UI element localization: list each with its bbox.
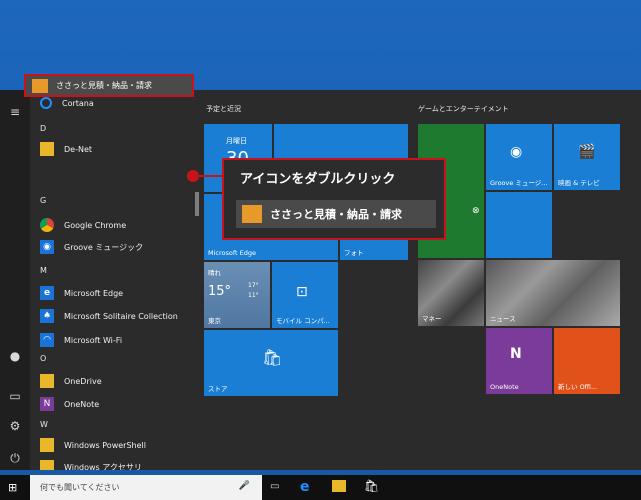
user-avatar-icon[interactable]: ● bbox=[7, 348, 23, 364]
selected-app-item[interactable]: ささっと見積・納品・請求 bbox=[24, 74, 194, 97]
edge-icon: e bbox=[40, 286, 54, 300]
cortana-icon bbox=[40, 97, 52, 109]
taskbar-search[interactable]: 何でも聞いてください 🎤 bbox=[30, 475, 262, 500]
tile-label: Groove ミュージ... bbox=[490, 179, 548, 187]
list-item-wifi[interactable]: ◠ Microsoft Wi-Fi bbox=[40, 331, 202, 349]
app-list-scrollbar[interactable] bbox=[194, 90, 200, 470]
tile-label: 東京 bbox=[208, 317, 221, 325]
tile-label: モバイル コンパ... bbox=[276, 317, 330, 325]
onedrive-icon bbox=[40, 374, 54, 388]
mobile-companion-tile[interactable]: ⊡ モバイル コンパ... bbox=[272, 262, 338, 328]
empty-tile[interactable] bbox=[486, 192, 552, 258]
onenote-tile[interactable]: N OneNote bbox=[486, 328, 552, 394]
hamburger-menu-icon[interactable]: ≡ bbox=[7, 104, 23, 120]
group-letter-g[interactable]: G bbox=[40, 196, 46, 205]
folder-icon bbox=[40, 460, 54, 470]
calendar-day: 月曜日 bbox=[226, 137, 247, 145]
explorer-icon[interactable]: ▭ bbox=[7, 388, 23, 404]
list-item-powershell[interactable]: Windows PowerShell ⌄ bbox=[40, 436, 202, 454]
group-letter-o[interactable]: O bbox=[40, 354, 46, 363]
list-item-solitaire[interactable]: ♠ Microsoft Solitaire Collection bbox=[40, 307, 202, 325]
tile-label: 映画 & テレビ bbox=[558, 179, 600, 187]
group-letter-m[interactable]: M bbox=[40, 266, 47, 275]
tile-groups: 予定と近況 ゲームとエンターテイメント 月曜日 30 Microsoft Edg… bbox=[202, 90, 641, 470]
folder-icon bbox=[40, 438, 54, 452]
scroll-thumb[interactable] bbox=[195, 192, 199, 216]
tile-label: OneNote bbox=[490, 383, 519, 391]
callout-pointer-dot bbox=[187, 170, 199, 182]
power-icon[interactable]: ⏻ bbox=[7, 450, 23, 466]
news-tile[interactable]: ニュース bbox=[486, 260, 620, 326]
weather-temp: 15° bbox=[208, 284, 232, 299]
store-tile[interactable]: 🛍 ストア bbox=[204, 330, 338, 396]
list-item-onenote[interactable]: N OneNote bbox=[40, 395, 202, 413]
clapper-icon: 🎬 bbox=[578, 144, 596, 160]
money-tile[interactable]: マネー bbox=[418, 260, 484, 326]
tile-label: 新しい Offi... bbox=[558, 383, 598, 391]
group-letter-w[interactable]: W bbox=[40, 420, 48, 429]
settings-gear-icon[interactable]: ⚙ bbox=[7, 418, 23, 434]
list-item-accessories[interactable]: Windows アクセサリ ⌄ bbox=[40, 458, 202, 470]
instruction-callout: アイコンをダブルクリック ささっと見積・納品・請求 bbox=[222, 158, 446, 240]
selected-app-label: ささっと見積・納品・請求 bbox=[56, 81, 152, 90]
onenote-icon: N bbox=[40, 397, 54, 411]
list-item-onedrive[interactable]: OneDrive bbox=[40, 372, 202, 390]
search-placeholder: 何でも聞いてください bbox=[40, 483, 120, 492]
store-taskbar-icon[interactable]: 🛍 bbox=[364, 479, 379, 493]
app-icon bbox=[32, 78, 48, 93]
explorer-taskbar-icon[interactable] bbox=[332, 480, 346, 492]
weather-low: 11° bbox=[248, 292, 259, 299]
task-view-icon[interactable]: ▭ bbox=[270, 481, 279, 492]
list-item-denet[interactable]: De-Net ⌃ bbox=[40, 140, 202, 158]
solitaire-icon: ♠ bbox=[40, 309, 54, 323]
onenote-logo-icon: N bbox=[510, 346, 522, 362]
app-list: Cortana D De-Net ⌃ G Google Chrome ◉ Gro… bbox=[30, 90, 202, 470]
store-bag-icon: 🛍 bbox=[262, 348, 283, 367]
movies-tile[interactable]: 🎬 映画 & テレビ bbox=[554, 124, 620, 190]
groove-icon: ◉ bbox=[40, 240, 54, 254]
list-item-google-chrome[interactable]: Google Chrome bbox=[40, 216, 202, 234]
edge-taskbar-icon[interactable]: e bbox=[300, 479, 310, 495]
tile-label: マネー bbox=[422, 315, 442, 323]
group-letter-d[interactable]: D bbox=[40, 124, 46, 133]
weather-status: 晴れ bbox=[208, 269, 221, 277]
taskbar: ⊞ 何でも聞いてください 🎤 ▭ e 🛍 bbox=[0, 475, 641, 500]
start-button[interactable]: ⊞ bbox=[8, 482, 20, 494]
tile-label: ストア bbox=[208, 385, 228, 393]
group-title-schedule[interactable]: 予定と近況 bbox=[206, 104, 241, 114]
office-tile[interactable]: 新しい Offi... bbox=[554, 328, 620, 394]
groove-disc-icon: ◉ bbox=[510, 144, 523, 160]
tile-label: ニュース bbox=[490, 315, 516, 323]
groove-tile[interactable]: ◉ Groove ミュージ... bbox=[486, 124, 552, 190]
weather-high: 17° bbox=[248, 282, 259, 289]
group-title-entertainment[interactable]: ゲームとエンターテイメント bbox=[418, 104, 509, 114]
weather-tile[interactable]: 晴れ 15° 17° 11° 東京 bbox=[204, 262, 270, 328]
list-item-edge[interactable]: e Microsoft Edge bbox=[40, 284, 202, 302]
xbox-icon: ⊗ bbox=[472, 206, 480, 216]
wifi-icon: ◠ bbox=[40, 333, 54, 347]
callout-app-label: ささっと見積・納品・請求 bbox=[270, 208, 402, 221]
app-icon bbox=[242, 205, 262, 223]
callout-instruction: アイコンをダブルクリック bbox=[240, 172, 396, 187]
callout-app-item: ささっと見積・納品・請求 bbox=[236, 200, 436, 228]
start-menu: ≡ ● ▭ ⚙ ⏻ Cortana D De-Net ⌃ G Google Ch… bbox=[0, 90, 641, 470]
tile-label: フォト bbox=[344, 249, 364, 257]
tile-label: Microsoft Edge bbox=[208, 249, 257, 257]
start-rail: ≡ ● ▭ ⚙ ⏻ bbox=[0, 90, 30, 470]
folder-icon bbox=[40, 142, 54, 156]
chrome-icon bbox=[40, 218, 54, 232]
list-item-groove[interactable]: ◉ Groove ミュージック bbox=[40, 238, 202, 256]
laptop-icon: ⊡ bbox=[296, 284, 308, 300]
microphone-icon[interactable]: 🎤 bbox=[239, 481, 250, 491]
